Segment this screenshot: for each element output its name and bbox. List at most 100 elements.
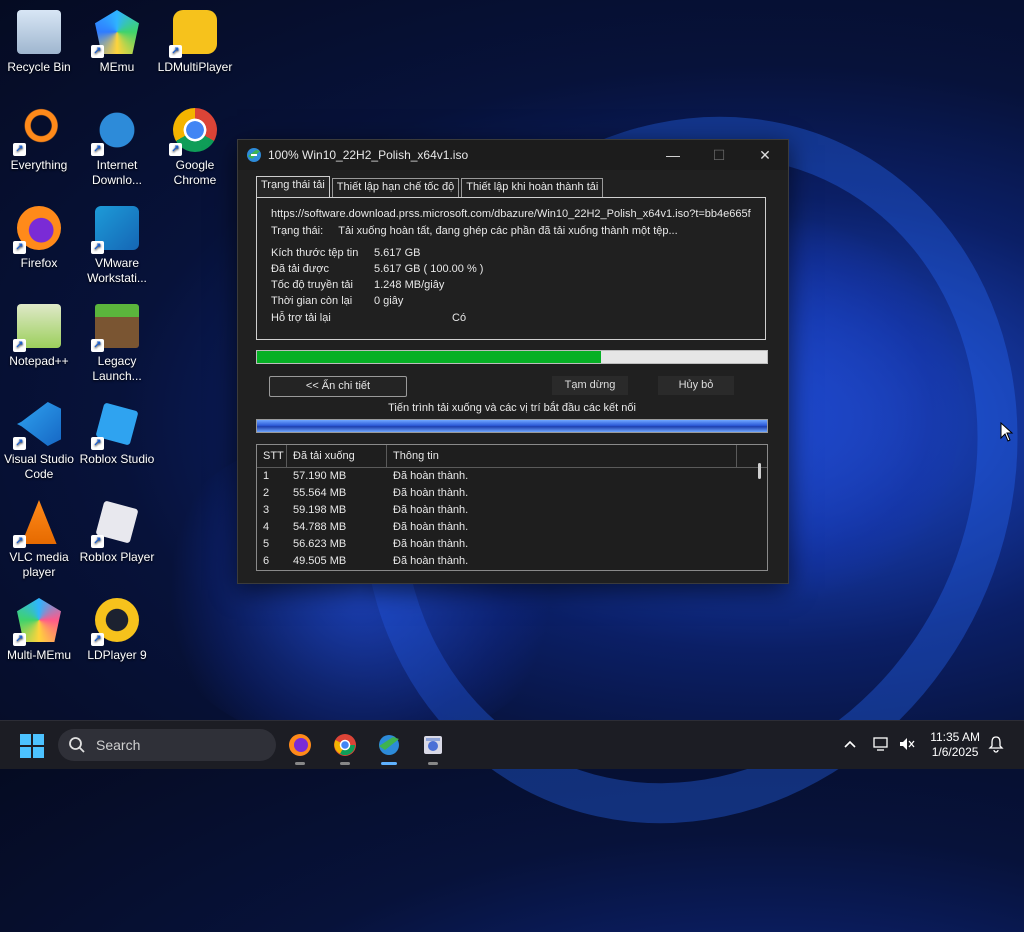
chrome-icon	[334, 734, 356, 756]
status-label: Trạng thái:	[271, 225, 324, 237]
taskbar-firefox[interactable]	[285, 730, 315, 765]
time-left-label: Thời gian còn lại	[271, 295, 353, 307]
cell-downloaded: 56.623 MB	[293, 538, 347, 550]
recycle-bin-icon-glyph	[17, 10, 61, 54]
downloaded-label: Đã tải được	[271, 263, 329, 275]
segments-bar	[256, 419, 768, 433]
desktop-icon-label: VMware Workstati...	[87, 256, 147, 285]
desktop-icon-chrome[interactable]: ↗ Google Chrome	[156, 106, 234, 188]
windows-start-icon[interactable]	[20, 734, 44, 758]
desktop-icon-label: Firefox	[20, 256, 58, 270]
table-row[interactable]: 1 57.190 MB Đã hoàn thành.	[257, 468, 767, 485]
desktop-icon-ldmultiplayer[interactable]: ↗ LDMultiPlayer	[156, 8, 234, 75]
shortcut-arrow-icon: ↗	[169, 45, 182, 58]
hide-details-button[interactable]: << Ẩn chi tiết	[269, 376, 407, 397]
firefox-icon	[289, 734, 311, 756]
desktop-icon-label: LDMultiPlayer	[157, 60, 233, 74]
vscode-icon: ↗	[13, 400, 63, 450]
clock-date: 1/6/2025	[931, 745, 979, 759]
notification-bell-icon[interactable]	[988, 735, 1004, 753]
tab-strip: Trạng thái tải Thiết lập hạn chế tốc độ …	[256, 176, 604, 197]
shortcut-arrow-icon: ↗	[13, 437, 26, 450]
tab-on-complete[interactable]: Thiết lập khi hoàn thành tải	[461, 178, 604, 197]
table-row[interactable]: 2 55.564 MB Đã hoàn thành.	[257, 485, 767, 502]
cell-info: Đã hoàn thành.	[393, 487, 469, 499]
search-placeholder: Search	[96, 737, 141, 753]
desktop-icon-label: Multi-MEmu	[6, 648, 71, 662]
ldmultiplayer-icon: ↗	[169, 8, 219, 58]
desktop-icon-legacy-launcher[interactable]: ↗ Legacy Launch...	[78, 302, 156, 384]
desktop-icon-memu[interactable]: ↗ MEmu	[78, 8, 156, 75]
table-row[interactable]: 3 59.198 MB Đã hoàn thành.	[257, 502, 767, 519]
desktop-icon-notepadpp[interactable]: ↗ Notepad++	[0, 302, 78, 369]
close-button[interactable]: ✕	[742, 140, 788, 170]
desktop-icon-label: Notepad++	[9, 354, 69, 368]
desktop-icon-multi-memu[interactable]: ↗ Multi-MEmu	[0, 596, 78, 663]
idm-icon: ↗	[91, 106, 141, 156]
shortcut-arrow-icon: ↗	[91, 437, 104, 450]
table-row[interactable]: 5 56.623 MB Đã hoàn thành.	[257, 536, 767, 553]
chevron-up-icon[interactable]	[843, 738, 857, 750]
notepadpp-icon: ↗	[13, 302, 63, 352]
table-row[interactable]: 6 49.505 MB Đã hoàn thành.	[257, 553, 767, 570]
cell-index: 3	[263, 504, 270, 516]
taskbar-app[interactable]	[418, 730, 448, 765]
desktop-icon-label: LDPlayer 9	[87, 648, 147, 662]
desktop-icon-roblox-player[interactable]: ↗ Roblox Player	[78, 498, 156, 565]
desktop-icon-vmware[interactable]: ↗ VMware Workstati...	[78, 204, 156, 286]
network-icon[interactable]	[872, 736, 890, 752]
desktop-icon-idm[interactable]: ↗ Internet Downlo...	[78, 106, 156, 188]
desktop-icon-label: Everything	[10, 158, 68, 172]
tab-download-status[interactable]: Trạng thái tải	[256, 176, 330, 197]
desktop-icon-label: Recycle Bin	[7, 60, 71, 74]
table-row[interactable]: 4 54.788 MB Đã hoàn thành.	[257, 519, 767, 536]
desktop-icon-label: VLC media player	[9, 550, 69, 579]
desktop-icon-label: Internet Downlo...	[91, 158, 143, 187]
desktop-icon-firefox[interactable]: ↗ Firefox	[0, 204, 78, 271]
file-size-value: 5.617 GB	[374, 247, 421, 259]
column-header-blank	[737, 445, 767, 467]
clock[interactable]: 11:35 AM 1/6/2025	[930, 730, 980, 760]
shortcut-arrow-icon: ↗	[91, 535, 104, 548]
column-header-downloaded[interactable]: Đã tải xuống	[287, 445, 387, 467]
speed-value: 1.248 MB/giây	[374, 279, 445, 291]
download-window: 100% Win10_22H2_Polish_x64v1.iso — ☐ ✕ T…	[237, 139, 789, 584]
cell-downloaded: 55.564 MB	[293, 487, 347, 499]
cell-index: 6	[263, 555, 270, 567]
tab-speed-limit[interactable]: Thiết lập hạn chế tốc độ	[331, 178, 460, 197]
shortcut-arrow-icon: ↗	[13, 241, 26, 254]
minimize-button[interactable]: —	[650, 140, 696, 170]
desktop-icon-label: Visual Studio Code	[4, 452, 74, 481]
maximize-button[interactable]: ☐	[696, 140, 742, 170]
cell-downloaded: 59.198 MB	[293, 504, 347, 516]
window-titlebar[interactable]: 100% Win10_22H2_Polish_x64v1.iso — ☐ ✕	[238, 140, 788, 170]
file-size-label: Kích thước tệp tin	[271, 247, 359, 259]
desktop-icon-ldplayer[interactable]: ↗ LDPlayer 9	[78, 596, 156, 663]
cancel-button[interactable]: Hủy bỏ	[658, 376, 734, 395]
desktop-icon-recycle-bin[interactable]: Recycle Bin	[0, 8, 78, 75]
taskbar-idm[interactable]	[374, 730, 404, 765]
download-progress-bar	[256, 350, 768, 364]
memu-icon: ↗	[91, 8, 141, 58]
shortcut-arrow-icon: ↗	[91, 633, 104, 646]
pause-button[interactable]: Tạm dừng	[552, 376, 628, 395]
desktop-icon-everything[interactable]: ↗ Everything	[0, 106, 78, 173]
cell-info: Đã hoàn thành.	[393, 470, 469, 482]
running-indicator	[295, 762, 305, 765]
cell-info: Đã hoàn thành.	[393, 504, 469, 516]
firefox-icon: ↗	[13, 204, 63, 254]
taskbar-search[interactable]: Search	[58, 729, 276, 761]
column-header-info[interactable]: Thông tin	[387, 445, 737, 467]
cell-info: Đã hoàn thành.	[393, 555, 469, 567]
column-header-index[interactable]: STT	[257, 445, 287, 467]
volume-muted-icon[interactable]	[898, 736, 916, 752]
idm-icon	[379, 735, 399, 755]
taskbar-chrome[interactable]	[330, 730, 360, 765]
table-body: 1 57.190 MB Đã hoàn thành. 2 55.564 MB Đã hoà…	[257, 468, 767, 570]
desktop-icon-vscode[interactable]: ↗ Visual Studio Code	[0, 400, 78, 482]
desktop-icon-vlc[interactable]: ↗ VLC media player	[0, 498, 78, 580]
cell-index: 4	[263, 521, 270, 533]
roblox-player-icon: ↗	[91, 498, 141, 548]
desktop-icon-roblox-studio[interactable]: ↗ Roblox Studio	[78, 400, 156, 467]
table-scrollbar[interactable]	[758, 463, 761, 479]
